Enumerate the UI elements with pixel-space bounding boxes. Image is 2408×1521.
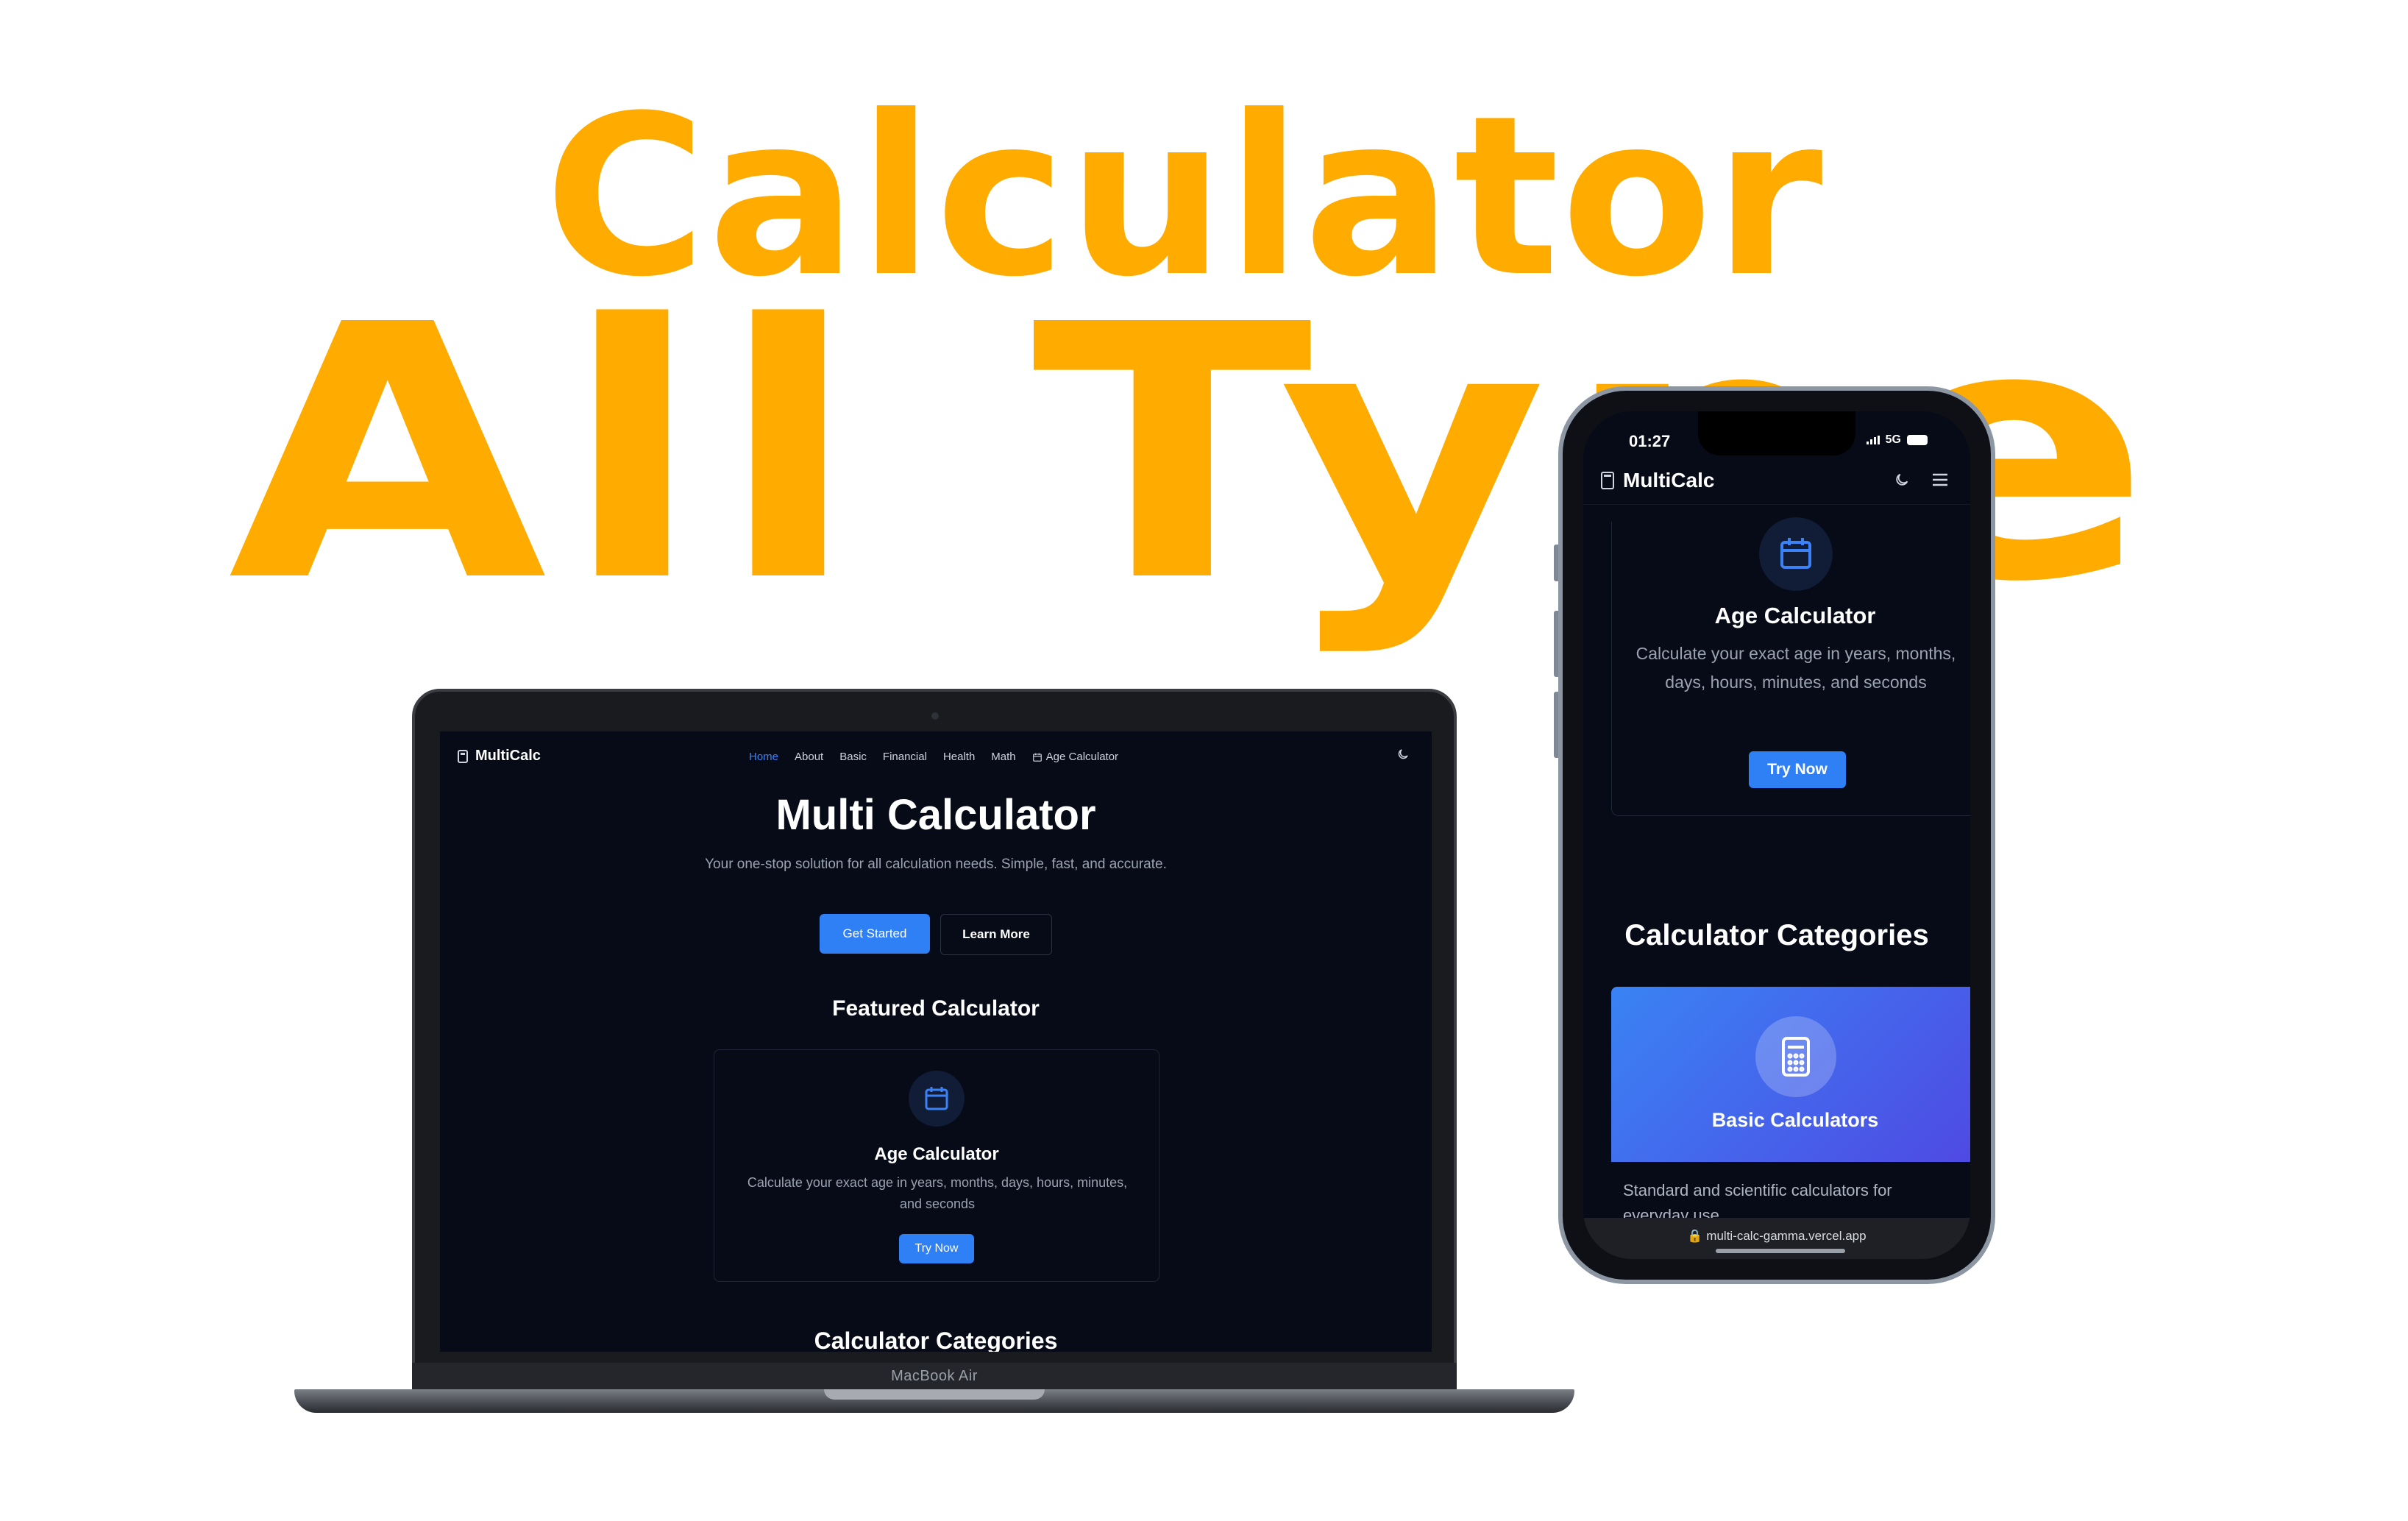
phone-navbar: MultiCalc	[1583, 455, 1970, 505]
featured-heading: Featured Calculator	[832, 996, 1040, 1021]
laptop-hinge-notch	[824, 1389, 1045, 1400]
calendar-icon	[1759, 517, 1833, 591]
phone-screen: Age Calculator Calculate your exact age …	[1583, 411, 1970, 1259]
headline-calculator: Calculator	[544, 68, 1825, 325]
get-started-button[interactable]: Get Started	[820, 914, 930, 954]
logo-text: MultiCalc	[475, 748, 541, 764]
home-indicator	[1716, 1249, 1845, 1253]
moon-icon[interactable]	[1894, 472, 1910, 488]
calendar-icon	[909, 1071, 965, 1127]
nav-math[interactable]: Math	[991, 751, 1015, 763]
nav-age-calculator-label: Age Calculator	[1045, 751, 1119, 763]
nav-financial[interactable]: Financial	[883, 751, 927, 763]
status-icons: 5G	[1866, 433, 1928, 447]
laptop-logo[interactable]: MultiCalc	[458, 748, 541, 765]
learn-more-button[interactable]: Learn More	[940, 914, 1052, 955]
phone-frame: Age Calculator Calculate your exact age …	[1558, 386, 1995, 1284]
hero-buttons: Get Started Learn More	[440, 914, 1432, 955]
battery-icon	[1907, 435, 1928, 445]
card-title: Age Calculator	[1714, 603, 1876, 628]
try-now-button[interactable]: Try Now	[899, 1234, 974, 1263]
laptop-chin: MacBook Air	[412, 1363, 1457, 1389]
hero-subtitle: Your one-stop solution for all calculati…	[705, 857, 1167, 872]
phone-logo[interactable]: MultiCalc	[1601, 469, 1714, 492]
network-label: 5G	[1885, 433, 1901, 446]
phone-notch	[1698, 411, 1855, 455]
age-calculator-card: Age Calculator Calculate your exact age …	[1611, 517, 1970, 816]
calendar-icon	[1032, 753, 1042, 762]
hamburger-menu-icon[interactable]	[1932, 473, 1948, 486]
basic-card-title: Basic Calculators	[1711, 1109, 1879, 1131]
calculator-icon	[1601, 472, 1614, 489]
try-now-button[interactable]: Try Now	[1749, 751, 1846, 788]
card-description: Calculate your exact age in years, month…	[1635, 644, 1956, 692]
featured-card: Age Calculator Calculate your exact age …	[714, 1049, 1159, 1282]
logo-text: MultiCalc	[1623, 469, 1715, 492]
categories-heading: Calculator Categories	[814, 1327, 1058, 1352]
moon-icon[interactable]	[1396, 748, 1410, 761]
laptop-screen: MultiCalc Home About Basic Financial Hea…	[440, 731, 1432, 1352]
laptop-navbar: MultiCalc Home About Basic Financial Hea…	[440, 731, 1432, 776]
status-bar: 01:27 5G	[1583, 411, 1970, 455]
laptop-model-label: MacBook Air	[891, 1368, 978, 1384]
laptop-camera	[931, 712, 939, 720]
status-time: 01:27	[1629, 432, 1671, 450]
card-description: Calculate your exact age in years, month…	[747, 1175, 1128, 1211]
nav-age-calculator[interactable]: Age Calculator	[1032, 751, 1118, 763]
nav-basic[interactable]: Basic	[839, 751, 867, 763]
nav-about[interactable]: About	[795, 751, 823, 763]
calculator-icon	[1755, 1016, 1836, 1097]
nav-health[interactable]: Health	[943, 751, 975, 763]
card-title: Age Calculator	[874, 1144, 999, 1164]
hero-title: Multi Calculator	[775, 791, 1096, 839]
calculator-icon	[458, 749, 468, 763]
categories-heading: Calculator Categories	[1624, 919, 1929, 951]
lock-icon: 🔒	[1687, 1229, 1707, 1243]
signal-icon	[1866, 436, 1880, 444]
basic-calculators-card[interactable]: Basic Calculators	[1611, 987, 1970, 1162]
laptop-nav-links: Home About Basic Financial Health Math A…	[749, 751, 1118, 763]
url-text: multi-calc-gamma.vercel.app	[1706, 1229, 1867, 1243]
nav-home[interactable]: Home	[749, 751, 778, 763]
